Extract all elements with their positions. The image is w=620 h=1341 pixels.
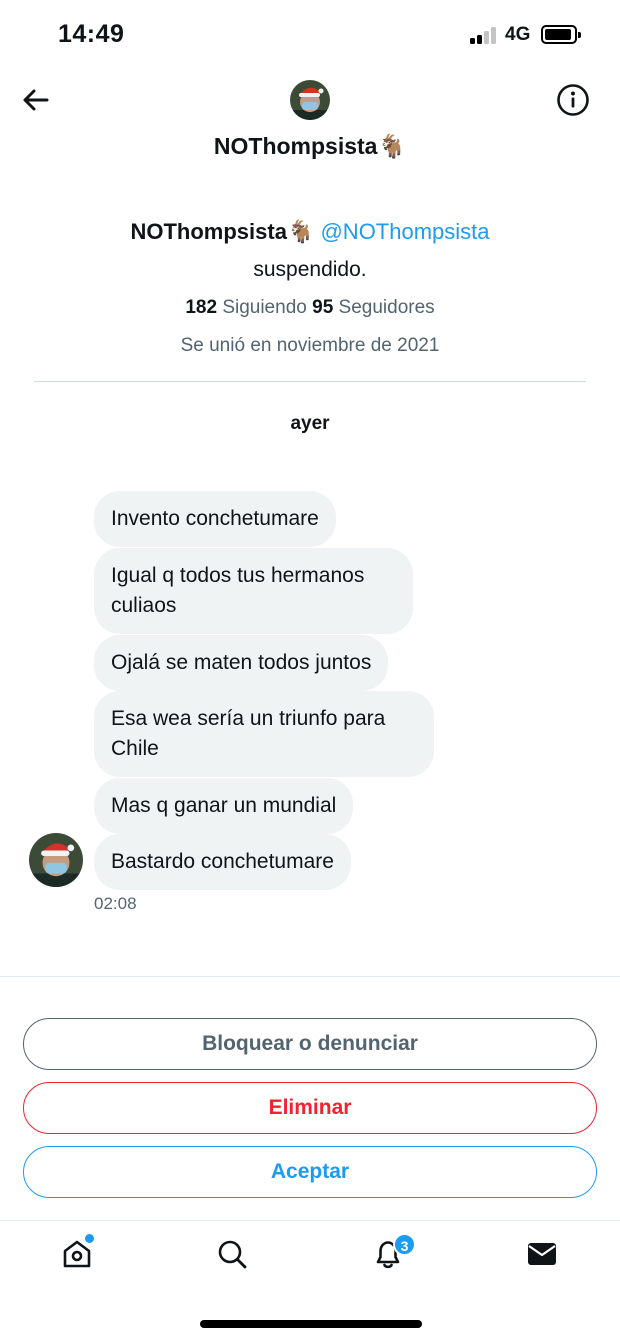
day-separator: ayer (290, 413, 330, 434)
divider (34, 381, 586, 382)
status-time: 14:49 (58, 20, 125, 48)
home-unread-dot (85, 1234, 94, 1243)
home-indicator (200, 1320, 422, 1328)
header-avatar[interactable] (290, 80, 330, 120)
info-icon[interactable] (556, 83, 590, 117)
followers-label[interactable]: Seguidores (339, 297, 435, 318)
search-icon[interactable] (215, 1237, 249, 1271)
status-bar: 14:49 4G (0, 0, 620, 70)
tab-bar-divider (0, 1220, 620, 1221)
profile-handle[interactable]: @NOThompsista (320, 219, 489, 244)
back-arrow-icon[interactable] (20, 84, 52, 116)
header-display-name: NOThompsista🐐 (213, 133, 407, 159)
profile-name-line: NOThompsista🐐 @NOThompsista (0, 219, 620, 245)
profile-bio: suspendido. (253, 258, 367, 281)
signal-icon (470, 26, 498, 44)
message-bubble[interactable]: Ojalá se maten todos juntos (94, 635, 389, 691)
block-report-button[interactable]: Bloquear o denunciar (23, 1018, 597, 1070)
following-count[interactable]: 182 (185, 297, 217, 318)
divider (0, 976, 620, 977)
message-bubble[interactable]: Invento conchetumare (94, 491, 336, 547)
network-type: 4G (505, 24, 531, 45)
sender-avatar[interactable] (29, 833, 83, 887)
profile-display-name: NOThompsista🐐 (130, 219, 315, 244)
messages-icon[interactable] (525, 1237, 559, 1271)
followers-count[interactable]: 95 (312, 297, 333, 318)
delete-button[interactable]: Eliminar (23, 1082, 597, 1134)
profile-stats: 182 Siguiendo 95 Seguidores (0, 297, 620, 319)
accept-button[interactable]: Aceptar (23, 1146, 597, 1198)
following-label[interactable]: Siguiendo (222, 297, 307, 318)
message-bubble[interactable]: Bastardo conchetumare (94, 834, 351, 890)
message-bubble[interactable]: Mas q ganar un mundial (94, 778, 354, 834)
message-bubble[interactable]: Esa wea sería un triunfo para Chile (94, 691, 434, 777)
profile-joined-date: Se unió en noviembre de 2021 (180, 335, 440, 356)
battery-icon (541, 25, 581, 44)
message-bubble[interactable]: Igual q todos tus hermanos culiaos (94, 548, 413, 634)
message-timestamp: 02:08 (94, 894, 137, 913)
notifications-badge: 3 (393, 1233, 416, 1256)
